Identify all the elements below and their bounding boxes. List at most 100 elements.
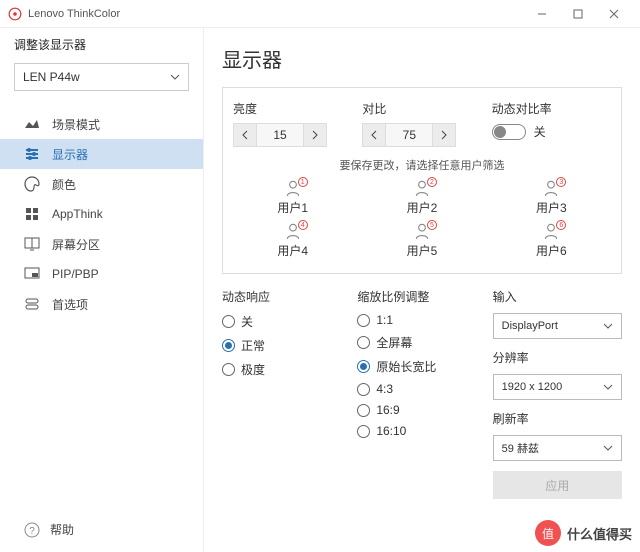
user-preset-6[interactable]: 6用户6 [492, 222, 611, 259]
dynamic-option[interactable]: 正常 [222, 337, 351, 354]
sidebar: 调整该显示器 LEN P44w 场景模式 显示器 颜色 AppThink [0, 28, 204, 552]
contrast-increase-button[interactable] [432, 123, 456, 147]
scene-icon [24, 116, 40, 132]
brightness-stepper: 15 [233, 123, 352, 147]
user-preset-3[interactable]: 3用户3 [492, 179, 611, 216]
user-icon: 6 [542, 222, 560, 240]
user-preset-4[interactable]: 4用户4 [233, 222, 352, 259]
dynamic-option[interactable]: 关 [222, 313, 351, 330]
scaling-option[interactable]: 原始长宽比 [357, 358, 486, 375]
sidebar-item-display[interactable]: 显示器 [0, 139, 203, 169]
contrast-label: 对比 [362, 100, 481, 117]
monitor-select[interactable]: LEN P44w [14, 63, 189, 91]
close-button[interactable] [596, 0, 632, 28]
svg-text:?: ? [29, 526, 35, 537]
user-preset-5[interactable]: 5用户5 [362, 222, 481, 259]
dynamic-label: 动态响应 [222, 288, 351, 305]
sidebar-item-label: 屏幕分区 [52, 236, 100, 253]
resolution-value: 1920 x 1200 [502, 381, 563, 393]
radio-icon [357, 383, 370, 396]
help-link[interactable]: ? 帮助 [0, 507, 203, 552]
pip-icon [24, 266, 40, 282]
content: 显示器 亮度 15 对比 75 [204, 28, 640, 552]
watermark-text: 什么值得买 [567, 524, 632, 543]
radio-icon [357, 336, 370, 349]
input-select[interactable]: DisplayPort [493, 313, 622, 339]
scaling-option[interactable]: 4:3 [357, 382, 486, 396]
user-icon: 2 [413, 179, 431, 197]
save-hint: 要保存更改，请选择任意用户筛选 [233, 157, 611, 173]
sidebar-item-appthink[interactable]: AppThink [0, 199, 203, 229]
monitor-select-value: LEN P44w [23, 70, 80, 84]
display-icon [24, 146, 40, 162]
app-title: Lenovo ThinkColor [28, 8, 524, 20]
maximize-button[interactable] [560, 0, 596, 28]
user-preset-1[interactable]: 1用户1 [233, 179, 352, 216]
brightness-label: 亮度 [233, 100, 352, 117]
radio-icon [357, 404, 370, 417]
user-label: 用户1 [233, 199, 352, 216]
input-value: DisplayPort [502, 320, 558, 332]
user-icon: 5 [413, 222, 431, 240]
user-label: 用户2 [362, 199, 481, 216]
chevron-down-icon [603, 443, 613, 453]
resolution-select[interactable]: 1920 x 1200 [493, 374, 622, 400]
dcr-label: 动态对比率 [492, 100, 611, 117]
sidebar-item-label: 场景模式 [52, 116, 100, 133]
sidebar-item-label: AppThink [52, 207, 103, 221]
scaling-option[interactable]: 16:10 [357, 424, 486, 438]
radio-label: 全屏幕 [376, 334, 412, 351]
radio-label: 正常 [241, 337, 265, 354]
scaling-option[interactable]: 全屏幕 [357, 334, 486, 351]
radio-label: 1:1 [376, 313, 393, 327]
radio-label: 关 [241, 313, 253, 330]
contrast-value: 75 [386, 123, 432, 147]
user-label: 用户4 [233, 242, 352, 259]
contrast-decrease-button[interactable] [362, 123, 386, 147]
user-icon: 4 [284, 222, 302, 240]
radio-icon [357, 425, 370, 438]
user-preset-2[interactable]: 2用户2 [362, 179, 481, 216]
refresh-value: 59 赫兹 [502, 440, 539, 456]
scaling-option[interactable]: 1:1 [357, 313, 486, 327]
dcr-toggle[interactable] [492, 124, 526, 140]
sidebar-item-scene[interactable]: 场景模式 [0, 109, 203, 139]
page-title: 显示器 [222, 44, 622, 73]
partition-icon [24, 236, 40, 252]
app-logo-icon [8, 7, 22, 21]
help-icon: ? [24, 522, 40, 538]
resolution-label: 分辨率 [493, 349, 622, 366]
chevron-down-icon [603, 382, 613, 392]
brightness-increase-button[interactable] [303, 123, 327, 147]
color-icon [24, 176, 40, 192]
brightness-value: 15 [257, 123, 303, 147]
brightness-decrease-button[interactable] [233, 123, 257, 147]
user-icon: 3 [542, 179, 560, 197]
watermark: 值 什么值得买 [535, 520, 632, 546]
sidebar-item-pip[interactable]: PIP/PBP [0, 259, 203, 289]
radio-icon [357, 360, 370, 373]
radio-label: 16:9 [376, 403, 399, 417]
radio-label: 极度 [241, 361, 265, 378]
adjust-monitor-label: 调整该显示器 [0, 28, 203, 59]
scaling-option[interactable]: 16:9 [357, 403, 486, 417]
sidebar-item-preferences[interactable]: 首选项 [0, 289, 203, 319]
contrast-stepper: 75 [362, 123, 481, 147]
radio-label: 16:10 [376, 424, 406, 438]
top-panel: 亮度 15 对比 75 动态对比率 [222, 87, 622, 274]
minimize-button[interactable] [524, 0, 560, 28]
refresh-select[interactable]: 59 赫兹 [493, 435, 622, 461]
radio-icon [222, 363, 235, 376]
input-label: 输入 [493, 288, 622, 305]
preferences-icon [24, 296, 40, 312]
apply-button[interactable]: 应用 [493, 471, 622, 499]
sidebar-item-label: PIP/PBP [52, 267, 99, 281]
radio-icon [222, 339, 235, 352]
dcr-state: 关 [534, 123, 546, 140]
radio-label: 4:3 [376, 382, 393, 396]
dynamic-option[interactable]: 极度 [222, 361, 351, 378]
sidebar-item-partition[interactable]: 屏幕分区 [0, 229, 203, 259]
help-label: 帮助 [50, 521, 74, 538]
radio-label: 原始长宽比 [376, 358, 436, 375]
sidebar-item-color[interactable]: 颜色 [0, 169, 203, 199]
